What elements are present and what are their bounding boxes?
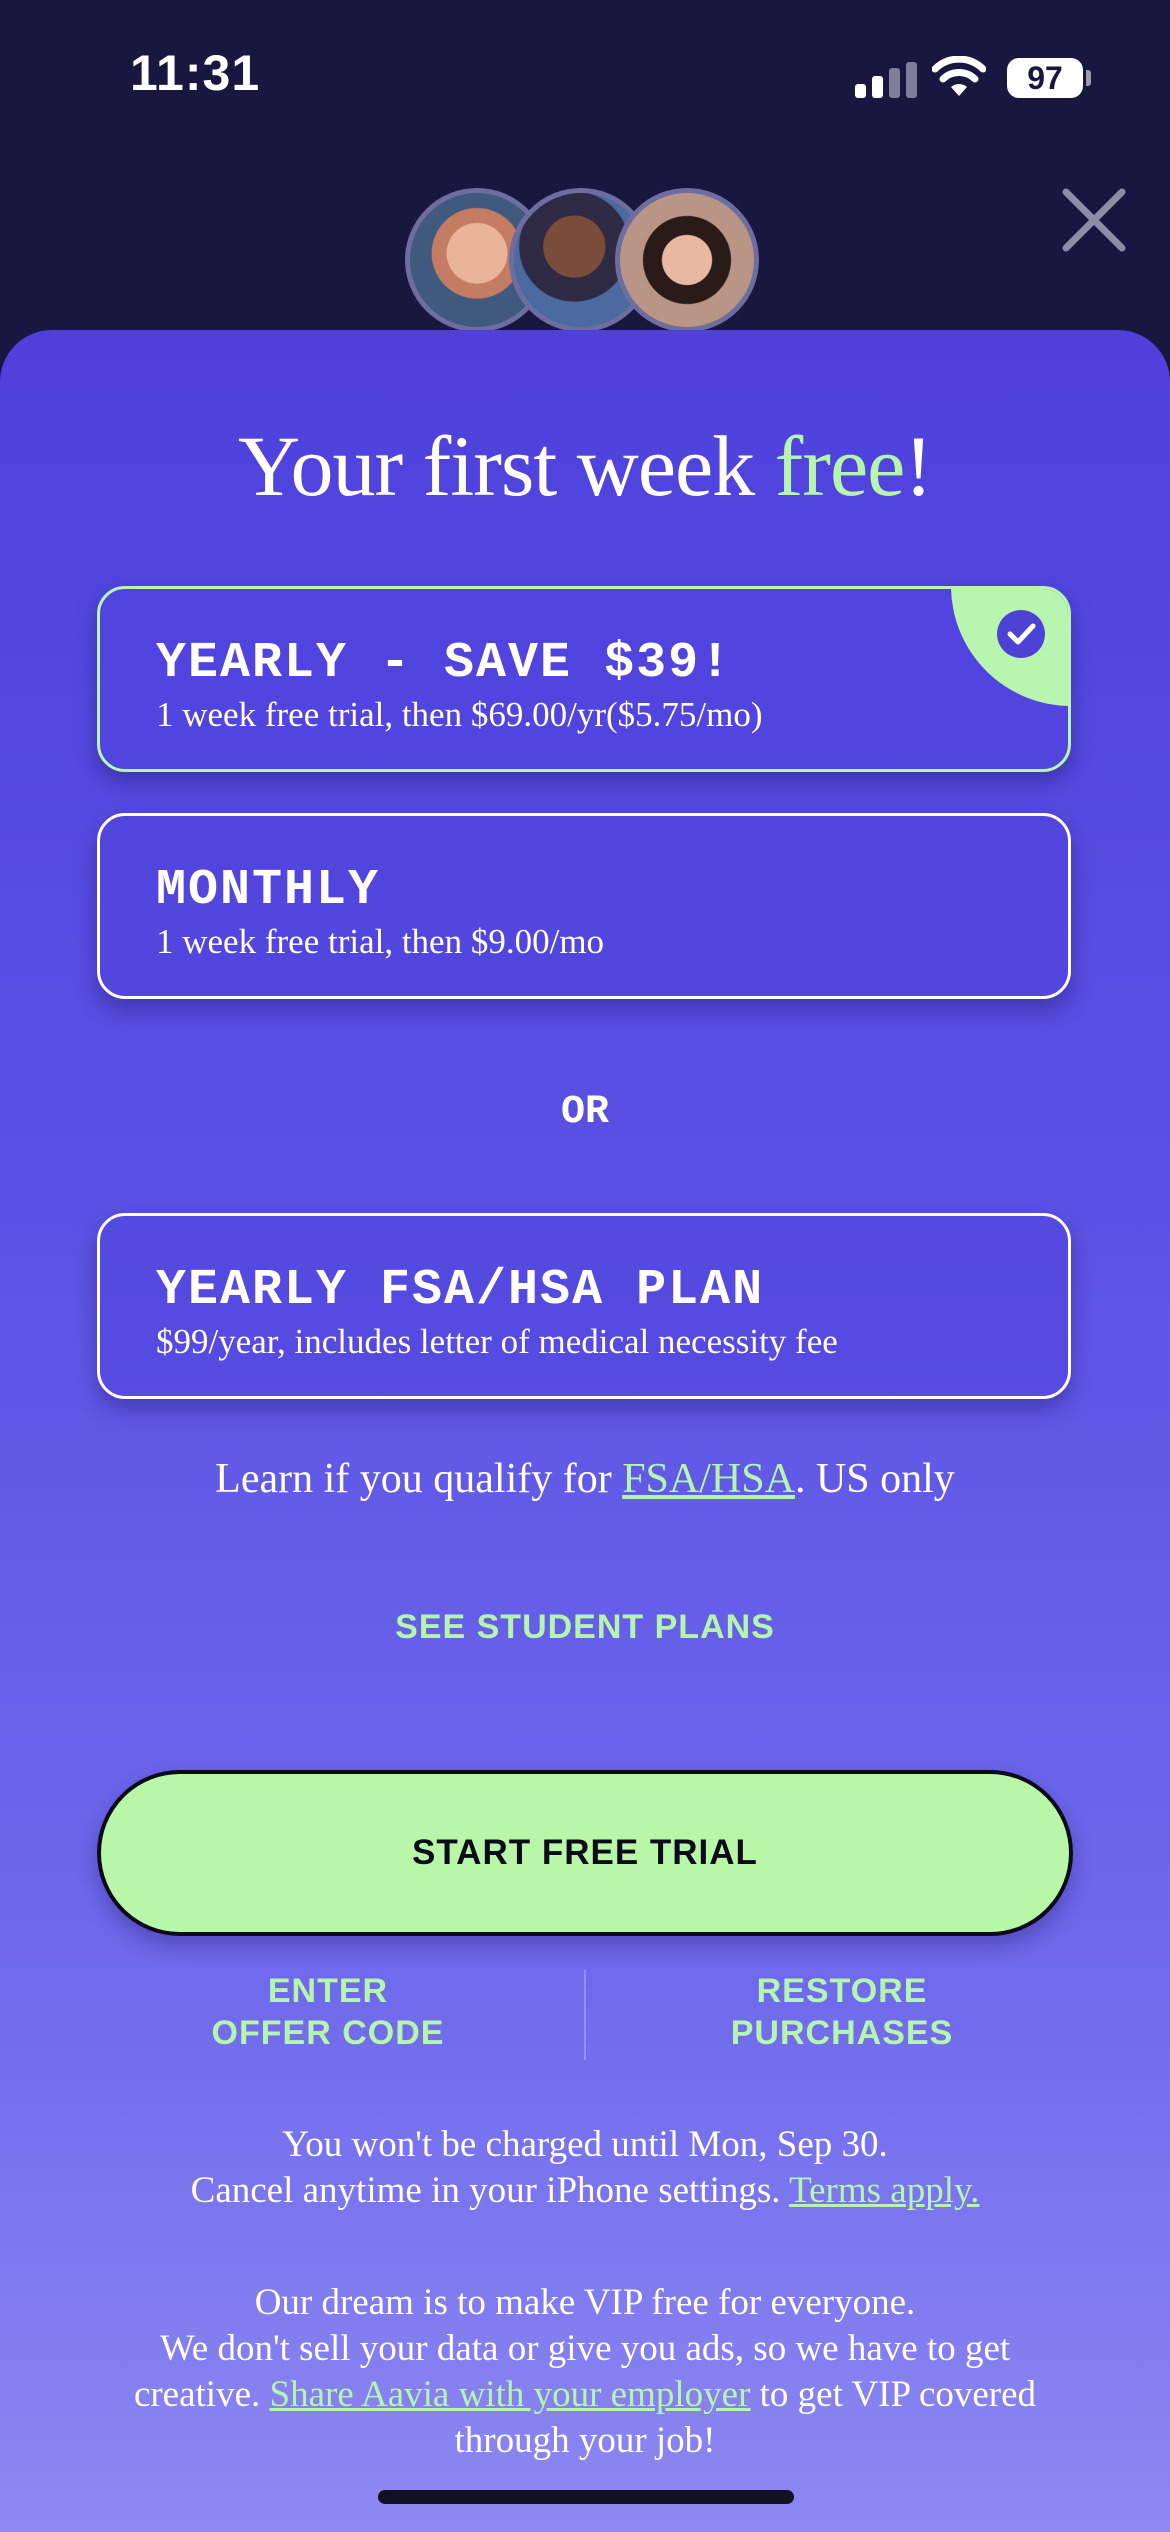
plan-title: YEARLY FSA/HSA PLAN (156, 1262, 765, 1319)
status-bar: 11:31 97 (0, 0, 1170, 160)
home-indicator[interactable] (378, 2490, 794, 2504)
page-title: Your first week free! (238, 418, 933, 514)
plan-title: YEARLY - SAVE $39! (156, 635, 733, 692)
mission-text: Our dream is to make VIP free for everyo… (133, 2282, 1037, 2461)
see-student-plans-button[interactable]: SEE STUDENT PLANS (0, 1608, 1170, 1647)
selected-check-icon (951, 589, 1068, 706)
share-with-employer-link[interactable]: Share Aavia with your employer (270, 2374, 751, 2415)
fsa-hsa-link[interactable]: FSA/HSA (622, 1456, 795, 1502)
wifi-icon (932, 56, 986, 96)
plan-option-fsa-hsa[interactable]: YEARLY FSA/HSA PLAN $99/year, includes l… (97, 1213, 1071, 1399)
plan-subtitle: 1 week free trial, then $9.00/mo (156, 922, 605, 961)
plan-subtitle: $99/year, includes letter of medical nec… (156, 1322, 838, 1361)
or-divider-label: OR (560, 1090, 609, 1135)
status-time: 11:31 (130, 45, 261, 101)
start-free-trial-button[interactable]: START FREE TRIAL (97, 1770, 1073, 1936)
enter-offer-code-button[interactable]: ENTER OFFER CODE (68, 1970, 588, 2054)
fsa-qualify-text: Learn if you qualify for FSA/HSA. US onl… (215, 1456, 955, 1502)
paywall-sheet: Your first week free! YEARLY - SAVE $39!… (0, 330, 1170, 2532)
battery-indicator: 97 (1007, 58, 1083, 98)
billing-notice: You won't be charged until Mon, Sep 30. … (190, 2124, 980, 2211)
close-icon[interactable] (1056, 182, 1132, 258)
plan-option-monthly[interactable]: MONTHLY 1 week free trial, then $9.00/mo (97, 813, 1071, 999)
terms-link[interactable]: Terms apply. (789, 2170, 979, 2211)
plan-subtitle: 1 week free trial, then $69.00/yr($5.75/… (156, 695, 763, 734)
user-avatars (405, 188, 765, 332)
battery-tip (1086, 70, 1091, 86)
restore-purchases-button[interactable]: RESTORE PURCHASES (582, 1970, 1102, 2054)
plan-title: MONTHLY (156, 862, 381, 919)
cellular-signal-icon (855, 62, 917, 98)
plan-option-yearly[interactable]: YEARLY - SAVE $39! 1 week free trial, th… (97, 586, 1071, 772)
avatar (615, 188, 759, 332)
